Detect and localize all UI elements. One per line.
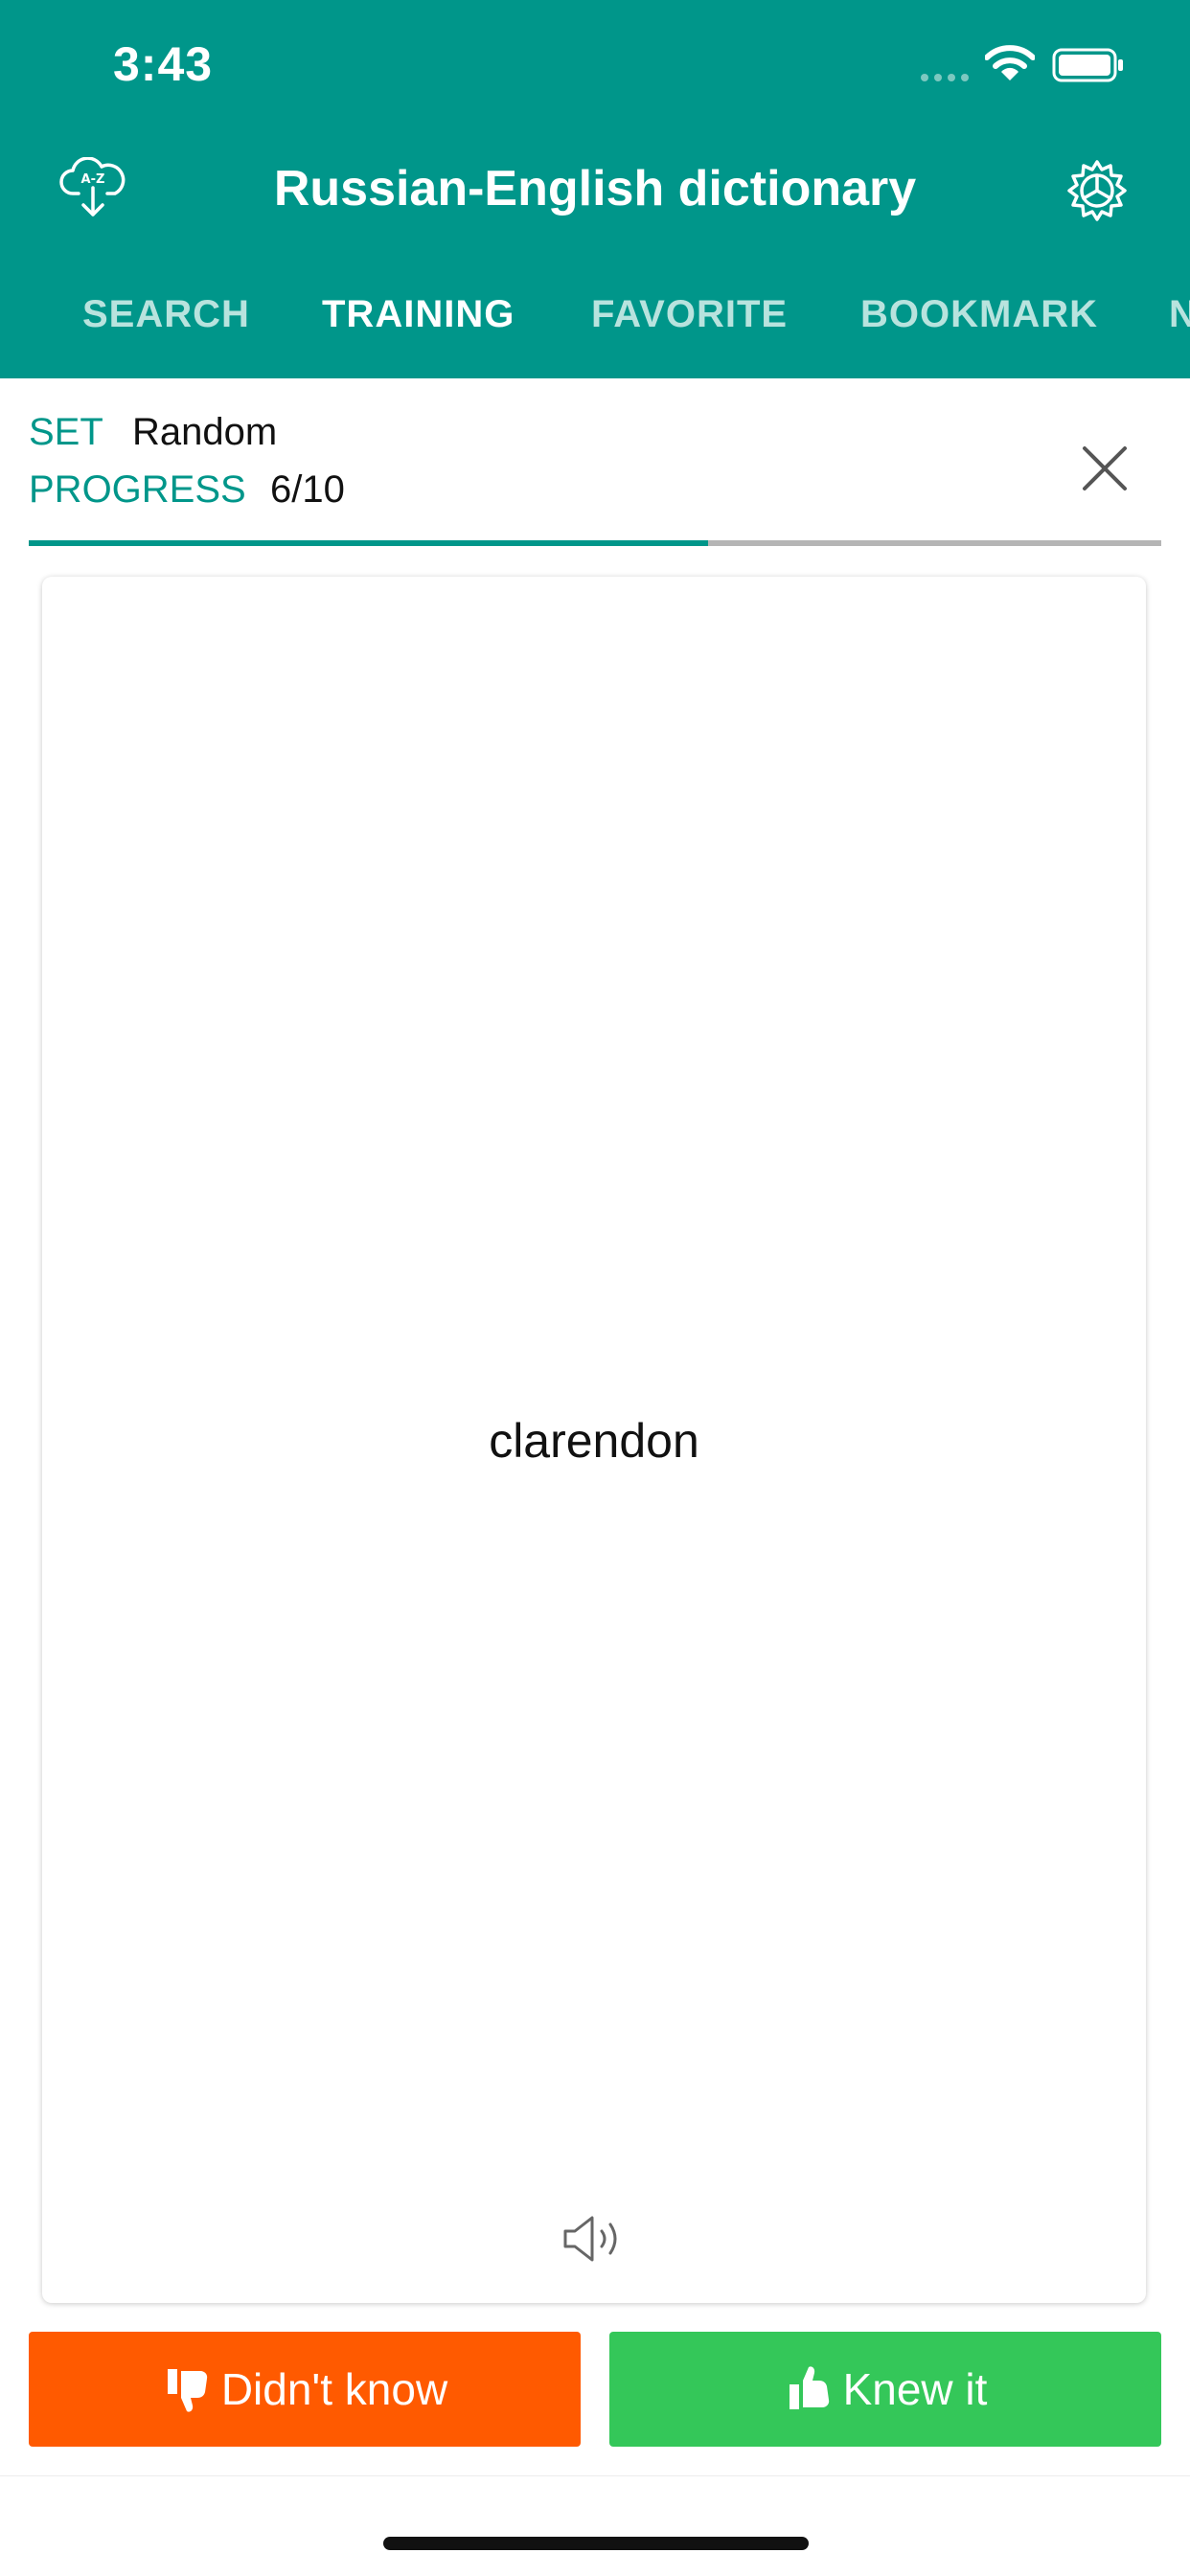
tab-next-partial[interactable]: N	[1169, 285, 1190, 343]
app-header: 3:43 A-Z Russian-English dictionary SEAR…	[0, 0, 1190, 378]
progress-bar	[29, 540, 1161, 546]
tab-favorite[interactable]: FAVORITE	[591, 285, 788, 343]
tab-bookmark[interactable]: BOOKMARK	[860, 285, 1098, 343]
progress-label: PROGRESS	[29, 468, 246, 511]
wifi-icon	[985, 45, 1035, 80]
knew-it-button[interactable]: Knew it	[609, 2332, 1161, 2447]
card-word: clarendon	[489, 1414, 699, 1468]
battery-icon	[1052, 48, 1123, 82]
bottom-safe-area	[0, 2475, 1190, 2576]
tab-search[interactable]: SEARCH	[82, 285, 250, 343]
flashcard[interactable]: clarendon	[42, 577, 1146, 2303]
didnt-know-button[interactable]: Didn't know	[29, 2332, 581, 2447]
cloud-download-icon[interactable]: A-Z	[59, 157, 126, 218]
signal-dots-icon	[921, 74, 969, 81]
status-time: 3:43	[113, 37, 214, 91]
speaker-icon[interactable]	[560, 2213, 629, 2265]
tab-training[interactable]: TRAINING	[322, 285, 515, 343]
home-indicator[interactable]	[383, 2537, 809, 2550]
tab-bar: SEARCH TRAINING FAVORITE BOOKMARK N	[0, 285, 1190, 343]
didnt-know-label: Didn't know	[220, 2364, 448, 2414]
knew-it-label: Knew it	[842, 2364, 988, 2414]
gear-icon[interactable]	[1065, 159, 1129, 222]
progress-bar-fill	[29, 540, 709, 546]
progress-value: 6/10	[270, 468, 345, 511]
set-value: Random	[132, 411, 278, 453]
close-icon[interactable]	[1075, 439, 1134, 498]
set-label: SET	[29, 411, 103, 453]
cloud-icon-text: A-Z	[81, 172, 105, 187]
thumbs-up-icon	[789, 2366, 829, 2409]
app-title: Russian-English dictionary	[273, 161, 917, 217]
thumbs-down-icon	[167, 2369, 208, 2412]
